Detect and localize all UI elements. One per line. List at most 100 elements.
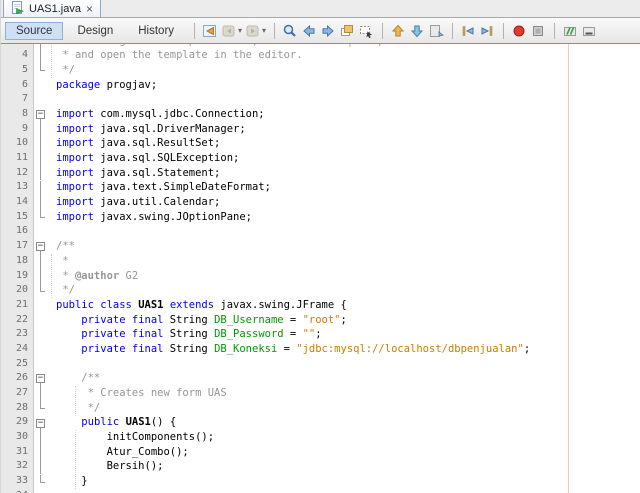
line-number[interactable]: 31 [1, 445, 33, 460]
line-number[interactable]: 24 [1, 342, 33, 357]
code-token: import [56, 181, 94, 194]
code-line[interactable] [47, 224, 640, 239]
chevron-down-icon[interactable]: ▾ [262, 26, 266, 35]
code-line[interactable] [47, 92, 640, 107]
find-next-icon[interactable] [319, 22, 337, 40]
line-number[interactable]: 8 [1, 107, 33, 122]
code-line[interactable]: * @author G2 [47, 269, 640, 284]
code-line[interactable]: * Creates new form UAS [47, 386, 640, 401]
line-number[interactable]: 10 [1, 136, 33, 151]
line-number[interactable]: 28 [1, 401, 33, 416]
chevron-down-icon[interactable]: ▾ [238, 26, 242, 35]
code-line[interactable] [47, 489, 640, 493]
line-number[interactable]: 4 [1, 48, 33, 63]
rectangular-selection-icon[interactable] [357, 22, 375, 40]
code-line[interactable]: } [47, 474, 640, 489]
code-line[interactable]: * and open the template in the editor. [47, 48, 640, 63]
fold-collapse-box[interactable]: − [36, 374, 45, 384]
fold-collapse-box[interactable]: − [36, 418, 45, 428]
code-token: java.sql.DriverManager; [93, 122, 246, 135]
code-token: @author [74, 269, 120, 282]
design-view-button[interactable]: Design [66, 22, 124, 40]
toolbar-separator [274, 22, 276, 39]
line-number[interactable]: 5 [1, 63, 33, 78]
code-line[interactable]: private final String DB_Koneksi = "jdbc:… [47, 342, 640, 357]
code-token: public class [56, 298, 132, 311]
fold-collapse-box[interactable]: − [36, 109, 45, 119]
line-number[interactable]: 6 [1, 78, 33, 93]
code-line[interactable]: import java.sql.Statement; [47, 166, 640, 181]
code-line[interactable]: import javax.swing.JOptionPane; [47, 210, 640, 225]
line-number[interactable]: 16 [1, 224, 33, 239]
line-number[interactable]: 17 [1, 239, 33, 254]
find-previous-icon[interactable] [300, 22, 318, 40]
code-line[interactable]: */ [47, 401, 640, 416]
line-number[interactable]: 14 [1, 195, 33, 210]
line-number[interactable]: 30 [1, 430, 33, 445]
code-line[interactable]: import com.mysql.jdbc.Connection; [47, 107, 640, 122]
code-area[interactable]: * To change this template file, choose T… [47, 44, 640, 493]
line-number[interactable]: 15 [1, 210, 33, 225]
uncomment-icon[interactable] [580, 22, 598, 40]
code-line[interactable] [47, 357, 640, 372]
line-number[interactable]: 26 [1, 371, 33, 386]
shift-right-icon[interactable] [478, 22, 496, 40]
code-line[interactable]: private final String DB_Password = ""; [47, 327, 640, 342]
highlight-search-icon[interactable] [338, 22, 356, 40]
code-fold-column[interactable]: − − − − [34, 44, 47, 493]
line-number[interactable]: 22 [1, 313, 33, 328]
toggle-bookmark-icon[interactable] [427, 22, 445, 40]
line-number[interactable]: 34 [1, 489, 33, 493]
line-number[interactable]: 12 [1, 166, 33, 181]
code-line[interactable]: import java.util.Calendar; [47, 195, 640, 210]
line-number[interactable]: 21 [1, 298, 33, 313]
shift-left-icon[interactable] [459, 22, 477, 40]
code-line[interactable]: /** [47, 239, 640, 254]
source-view-button[interactable]: Source [5, 21, 64, 40]
code-line[interactable]: * [47, 254, 640, 269]
code-line[interactable]: */ [47, 283, 640, 298]
line-number[interactable]: 13 [1, 180, 33, 195]
code-line[interactable]: public class UAS1 extends javax.swing.JF… [47, 298, 640, 313]
code-token: = [283, 328, 303, 341]
previous-bookmark-icon[interactable] [389, 22, 407, 40]
line-number[interactable]: 18 [1, 254, 33, 269]
next-bookmark-icon[interactable] [408, 22, 426, 40]
close-icon[interactable]: × [86, 3, 93, 15]
line-number[interactable]: 11 [1, 151, 33, 166]
code-line[interactable]: public UAS1() { [47, 415, 640, 430]
comment-icon[interactable] [561, 22, 579, 40]
line-number[interactable]: 32 [1, 459, 33, 474]
code-line[interactable]: /** [47, 371, 640, 386]
tab-uas1-java[interactable]: UAS1.java × [3, 0, 101, 17]
code-line[interactable]: initComponents(); [47, 430, 640, 445]
line-number[interactable]: 29 [1, 415, 33, 430]
code-line[interactable]: import java.sql.DriverManager; [47, 122, 640, 137]
stop-macro-icon[interactable] [529, 22, 547, 40]
find-icon[interactable] [281, 22, 299, 40]
line-number[interactable]: 25 [1, 357, 33, 372]
code-token: /** [56, 240, 75, 253]
code-line[interactable]: private final String DB_Username = "root… [47, 313, 640, 328]
line-number-gutter[interactable]: 3456789101112131415161718192021222324252… [1, 44, 34, 493]
code-line[interactable]: import java.sql.ResultSet; [47, 136, 640, 151]
fold-collapse-box[interactable]: − [36, 242, 45, 252]
last-edit-icon[interactable] [201, 22, 219, 40]
code-line[interactable]: Atur_Combo(); [47, 445, 640, 460]
code-line[interactable]: import java.text.SimpleDateFormat; [47, 180, 640, 195]
code-line[interactable]: package progjav; [47, 78, 640, 93]
code-line[interactable]: import java.sql.SQLException; [47, 151, 640, 166]
history-view-button[interactable]: History [127, 22, 185, 40]
line-number[interactable]: 27 [1, 386, 33, 401]
line-number[interactable]: 20 [1, 283, 33, 298]
code-line[interactable]: */ [47, 63, 640, 78]
code-line[interactable]: Bersih(); [47, 459, 640, 474]
line-number[interactable]: 33 [1, 474, 33, 489]
line-number[interactable]: 7 [1, 92, 33, 107]
line-number[interactable]: 23 [1, 327, 33, 342]
line-number[interactable]: 19 [1, 269, 33, 284]
source-editor[interactable]: 3456789101112131415161718192021222324252… [1, 44, 640, 493]
code-token: initComponents(); [56, 431, 215, 444]
record-macro-icon[interactable] [510, 22, 528, 40]
line-number[interactable]: 9 [1, 122, 33, 137]
